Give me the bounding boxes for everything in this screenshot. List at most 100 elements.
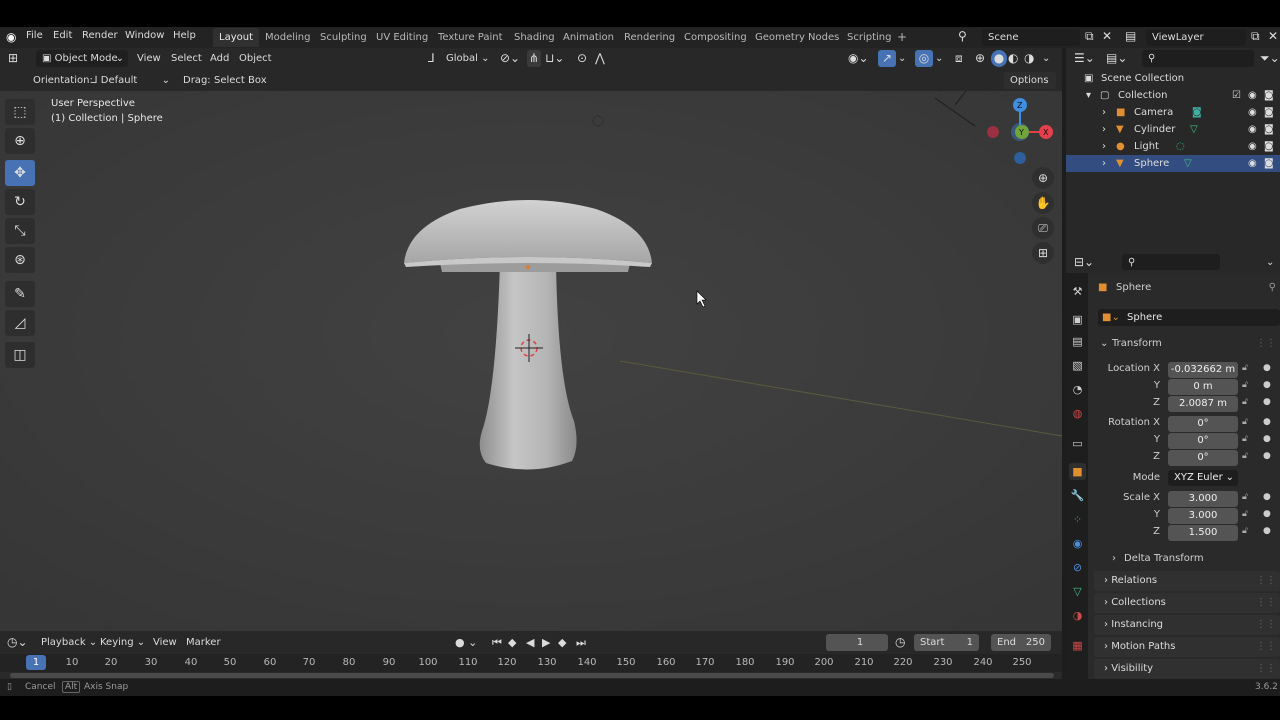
render-camera-icon[interactable]: ◙	[1264, 138, 1274, 155]
solid-shading-icon[interactable]: ●	[991, 50, 1007, 67]
render-tab-icon[interactable]: ▣	[1069, 311, 1086, 328]
output-tab-icon[interactable]: ▤	[1069, 333, 1086, 350]
rotation-y-field[interactable]: 0°	[1168, 433, 1238, 449]
editor-type-icon[interactable]: ⊞	[8, 50, 18, 67]
menu-select[interactable]: Select	[171, 50, 202, 67]
record-icon[interactable]: ● ⌄	[455, 634, 477, 651]
new-scene-icon[interactable]: ⧉	[1085, 29, 1094, 44]
data-tab-icon[interactable]: ▽	[1069, 583, 1086, 600]
wireframe-shading-icon[interactable]: ⊕	[975, 50, 985, 67]
mesh-data-icon[interactable]: ▽	[1190, 121, 1198, 138]
keyframe-dot-icon[interactable]: ●	[1263, 492, 1271, 502]
world-tab-icon[interactable]: ◍	[1069, 405, 1086, 422]
add-cube-tool-icon[interactable]: ◫	[5, 342, 35, 368]
orientation-dropdown[interactable]: ⅃ Default ⌄	[92, 72, 172, 89]
scene-field[interactable]: Scene	[982, 29, 1080, 46]
object-tab-icon[interactable]: ■	[1069, 463, 1086, 480]
drag-handle-icon[interactable]: ⋮⋮	[1256, 659, 1276, 679]
keyframe-dot-icon[interactable]: ●	[1263, 397, 1271, 407]
menu-timeline-view[interactable]: View	[153, 634, 177, 651]
collection-row[interactable]: ▾ ▢ Collection ☑ ◉ ◙	[1066, 87, 1280, 104]
lock-icon[interactable]: 🔓︎	[1242, 526, 1248, 536]
keyframe-dot-icon[interactable]: ●	[1263, 434, 1271, 444]
gizmo-neg-z-icon[interactable]	[1014, 152, 1026, 164]
motion-paths-panel[interactable]: › Motion Paths ⋮⋮	[1094, 637, 1280, 657]
menu-render[interactable]: Render	[82, 30, 118, 41]
modifier-tab-icon[interactable]: 🔧	[1069, 487, 1086, 504]
keyframe-dot-icon[interactable]: ●	[1263, 363, 1271, 373]
camera-view-icon[interactable]: ⎚	[1032, 217, 1054, 239]
lock-icon[interactable]: 🔓︎	[1242, 380, 1248, 390]
pivot-icon[interactable]: ⊘⌄	[500, 50, 520, 67]
lock-icon[interactable]: 🔓︎	[1242, 417, 1248, 427]
mode-dropdown[interactable]: ▣ Object Mode ⌄	[36, 50, 128, 67]
drag-handle-icon[interactable]: ⋮⋮	[1256, 593, 1276, 613]
display-mode-icon[interactable]: ▤⌄	[1106, 50, 1127, 67]
outliner-item-camera[interactable]: › ■ Camera ◙ ◉ ◙	[1066, 104, 1280, 121]
lock-icon[interactable]: 🔓︎	[1242, 434, 1248, 444]
mesh-data-icon[interactable]: ▽	[1184, 155, 1192, 172]
prev-keyframe-icon[interactable]: ◆	[508, 634, 516, 651]
material-shading-icon[interactable]: ◐	[1008, 50, 1018, 67]
gizmo-dropdown-icon[interactable]: ⌄	[898, 50, 906, 67]
gizmo-toggle-icon[interactable]: ↗	[878, 50, 896, 67]
jump-end-icon[interactable]: ⏭	[576, 634, 586, 651]
properties-options-icon[interactable]: ⌄	[1266, 254, 1274, 271]
rendered-shading-icon[interactable]: ◑	[1024, 50, 1034, 67]
eye-icon[interactable]: ◉	[1248, 104, 1257, 121]
outliner-item-sphere[interactable]: › ▼ Sphere ▽ ◉ ◙	[1066, 155, 1280, 172]
zoom-icon[interactable]: ⊕	[1032, 167, 1054, 189]
properties-editor-icon[interactable]: ⊟⌄	[1074, 254, 1094, 271]
object-datablock-field[interactable]: ■⌄ Sphere	[1098, 309, 1280, 326]
collection-tab-icon[interactable]: ▭	[1069, 435, 1086, 452]
render-camera-icon[interactable]: ◙	[1264, 155, 1274, 172]
camera-data-icon[interactable]: ◙	[1192, 104, 1202, 121]
menu-window[interactable]: Window	[125, 30, 164, 41]
menu-edit[interactable]: Edit	[53, 30, 72, 41]
eye-icon[interactable]: ◉	[1248, 121, 1257, 138]
rotate-tool-icon[interactable]: ↻	[5, 189, 35, 215]
tab-modeling[interactable]: Modeling	[259, 28, 317, 47]
keyframe-dot-icon[interactable]: ●	[1263, 451, 1271, 461]
view-layer-field[interactable]: ViewLayer	[1146, 29, 1246, 46]
filter-icon[interactable]: ⏷⌄	[1260, 50, 1280, 67]
menu-view[interactable]: View	[137, 50, 161, 67]
rotation-z-field[interactable]: 0°	[1168, 450, 1238, 466]
light-data-icon[interactable]: ◌	[1176, 138, 1185, 155]
tab-scripting[interactable]: Scripting	[841, 28, 897, 47]
expand-arrow-icon[interactable]: ›	[1102, 121, 1106, 138]
menu-keying[interactable]: Keying ⌄	[100, 634, 145, 651]
xray-icon[interactable]: ⧈	[955, 50, 963, 67]
next-keyframe-icon[interactable]: ◆	[558, 634, 566, 651]
expand-arrow-icon[interactable]: ▾	[1086, 87, 1091, 104]
drag-handle-icon[interactable]: ⋮⋮	[1256, 335, 1276, 353]
shading-dropdown-icon[interactable]: ⌄	[1042, 50, 1050, 67]
outliner-search-input[interactable]: ⚲	[1142, 50, 1254, 67]
constraints-tab-icon[interactable]: ⊘	[1069, 559, 1086, 576]
render-camera-icon[interactable]: ◙	[1264, 87, 1274, 104]
proportional-edit-icon[interactable]: ⊙	[577, 50, 587, 67]
timeline-ruler[interactable]: 1 10 20 30 40 50 60 70 80 90 100 110 120…	[0, 654, 1062, 672]
scale-z-field[interactable]: 1.500	[1168, 525, 1238, 541]
eye-icon[interactable]: ◉	[1248, 87, 1257, 104]
timeline-scrollbar[interactable]	[0, 672, 1062, 679]
tab-shading[interactable]: Shading	[508, 28, 561, 47]
drag-handle-icon[interactable]: ⋮⋮	[1256, 615, 1276, 635]
lock-icon[interactable]: 🔓︎	[1242, 509, 1248, 519]
location-y-field[interactable]: 0 m	[1168, 379, 1238, 395]
tab-sculpting[interactable]: Sculpting	[314, 28, 373, 47]
measure-tool-icon[interactable]: ◿	[5, 310, 35, 336]
properties-search-input[interactable]: ⚲	[1122, 254, 1220, 270]
render-camera-icon[interactable]: ◙	[1264, 121, 1274, 138]
start-frame-field[interactable]: Start 1	[914, 634, 979, 651]
texture-tab-icon[interactable]: ▦	[1069, 637, 1086, 654]
rotation-mode-dropdown[interactable]: XYZ Euler ⌄	[1168, 470, 1238, 486]
keyframe-dot-icon[interactable]: ●	[1263, 526, 1271, 536]
play-icon[interactable]: ▶	[542, 634, 550, 651]
menu-playback[interactable]: Playback ⌄	[41, 634, 97, 651]
location-z-field[interactable]: 2.0087 m	[1168, 396, 1238, 412]
select-box-tool-icon[interactable]: ⬚	[5, 99, 35, 125]
menu-file[interactable]: File	[26, 30, 43, 41]
timeline-editor-icon[interactable]: ◷⌄	[7, 634, 28, 651]
ortho-grid-icon[interactable]: ⊞	[1032, 242, 1054, 264]
